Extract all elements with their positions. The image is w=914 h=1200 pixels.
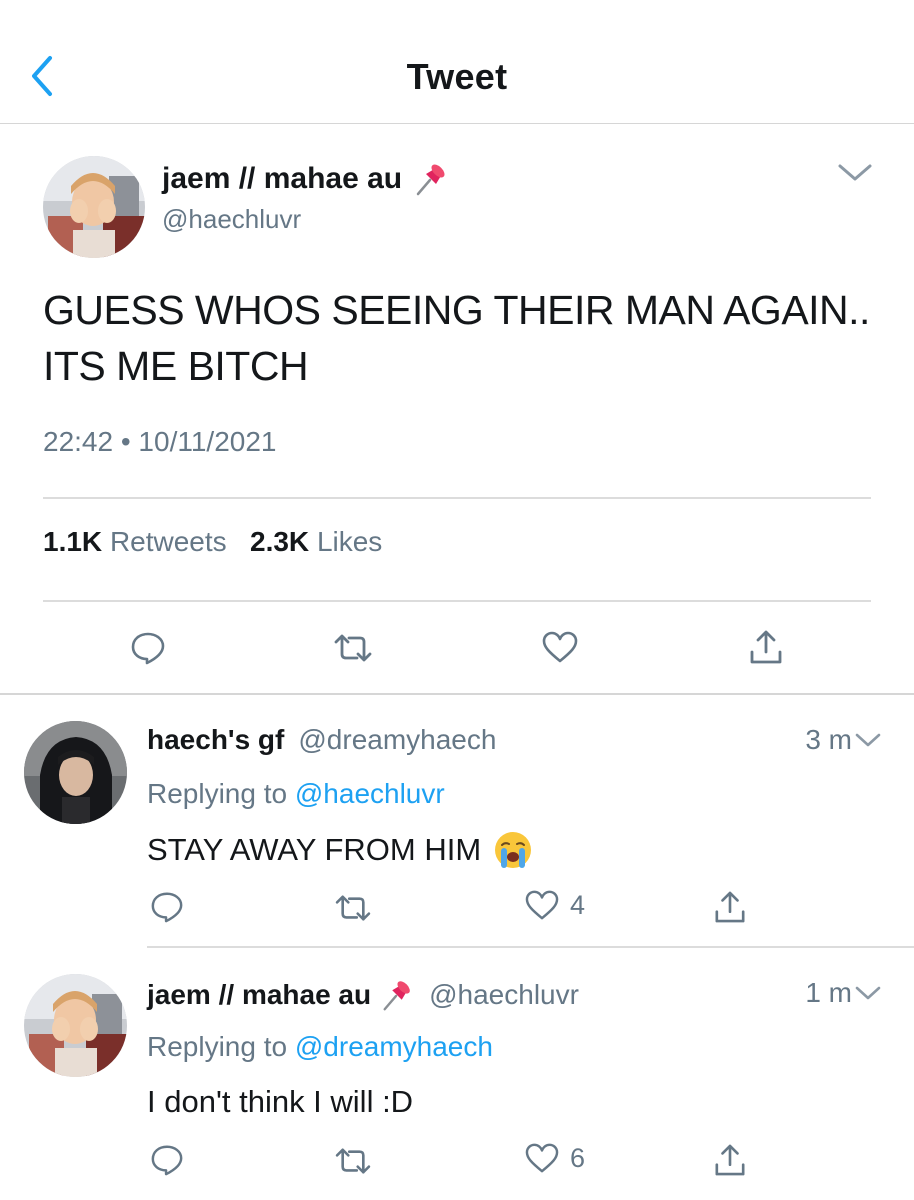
reply-icon	[151, 1145, 183, 1176]
retweet-button[interactable]	[334, 893, 372, 923]
like-icon	[525, 1143, 559, 1173]
retweet-icon	[335, 1148, 371, 1174]
reply-handle: @dreamyhaech	[298, 724, 497, 755]
chevron-down-icon	[838, 164, 872, 181]
like-stat[interactable]: 2.3K Likes	[250, 526, 382, 557]
reply-avatar[interactable]	[24, 974, 127, 1077]
retweet-icon	[335, 895, 371, 921]
pushpin-icon	[416, 164, 445, 196]
engagement-stats: 1.1K Retweets 2.3K Likes	[43, 526, 382, 558]
page-title: Tweet	[406, 56, 508, 97]
reply-time: 1 m	[805, 977, 852, 1008]
like-button[interactable]: 4	[524, 889, 585, 921]
retweet-button[interactable]	[333, 632, 373, 664]
crying-face-icon	[495, 832, 532, 868]
reply-menu-caret[interactable]	[854, 731, 882, 754]
reply-author[interactable]: haech's gf @dreamyhaech	[147, 724, 496, 756]
reply-button[interactable]	[150, 890, 184, 924]
main-menu-caret[interactable]	[836, 160, 874, 189]
section-divider	[0, 693, 914, 695]
reply-text: I don't think I will :D	[147, 1084, 414, 1119]
reply-button[interactable]	[130, 630, 166, 666]
mention-link[interactable]: @dreamyhaech	[295, 1031, 493, 1062]
share-button[interactable]	[714, 889, 746, 925]
replying-to: Replying to @haechluvr	[147, 778, 445, 809]
share-icon	[715, 891, 745, 923]
main-author-name[interactable]: jaem // mahae au	[162, 160, 450, 198]
share-button[interactable]	[714, 1142, 746, 1178]
retweet-stat[interactable]: 1.1K Retweets	[43, 526, 227, 557]
reply-author[interactable]: jaem // mahae au @haechluvr	[147, 977, 579, 1013]
main-display-name: jaem // mahae au	[162, 162, 403, 195]
main-timestamp: 22:42 • 10/11/2021	[43, 426, 277, 457]
retweet-button[interactable]	[334, 1146, 372, 1176]
reply-display-name: haech's gf	[147, 724, 285, 755]
like-button[interactable]: 6	[524, 1142, 585, 1174]
like-count: 4	[570, 889, 586, 920]
divider	[43, 600, 871, 602]
chevron-down-icon	[855, 986, 881, 1000]
reply-icon	[131, 632, 165, 665]
top-bar: Tweet	[0, 0, 914, 124]
reply-display-name: jaem // mahae au	[147, 979, 372, 1010]
like-count: 6	[570, 1142, 586, 1173]
reply-button[interactable]	[150, 1143, 184, 1177]
like-icon	[542, 631, 578, 663]
share-icon	[750, 630, 782, 664]
reply-menu-caret[interactable]	[854, 984, 882, 1007]
replying-to: Replying to @dreamyhaech	[147, 1031, 493, 1062]
divider	[147, 946, 914, 948]
share-button[interactable]	[749, 628, 783, 666]
share-icon	[715, 1144, 745, 1176]
reply-avatar[interactable]	[24, 721, 127, 824]
divider	[43, 497, 871, 499]
pushpin-icon	[383, 981, 410, 1011]
chevron-down-icon	[855, 733, 881, 747]
like-icon	[525, 890, 559, 920]
reply-text: STAY AWAY FROM HIM	[147, 830, 533, 870]
mention-link[interactable]: @haechluvr	[295, 778, 445, 809]
reply-icon	[151, 892, 183, 923]
main-handle[interactable]: @haechluvr	[162, 204, 301, 235]
main-tweet-text: GUESS WHOS SEEING THEIR MAN AGAIN.. ITS …	[43, 287, 870, 389]
like-button[interactable]	[541, 630, 579, 664]
main-avatar[interactable]	[43, 156, 145, 258]
reply-handle: @haechluvr	[429, 979, 579, 1010]
reply-time: 3 m	[805, 724, 852, 755]
retweet-icon	[334, 634, 372, 662]
